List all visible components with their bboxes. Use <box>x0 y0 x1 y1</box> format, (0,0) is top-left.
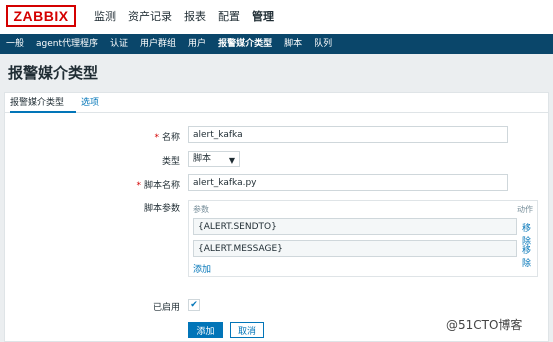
media-type-form-card: 报警媒介类型 选项 *名称 类型 脚本 ▼ *脚本名称 脚本参数 参数 动作 移… <box>4 92 549 342</box>
main-nav-inventory[interactable]: 资产记录 <box>122 0 178 34</box>
params-column-header: 参数 <box>193 205 209 214</box>
remove-param-2-link[interactable]: 移除 <box>522 243 537 269</box>
main-nav-administration[interactable]: 管理 <box>246 0 280 34</box>
sub-nav-users[interactable]: 用户 <box>182 34 212 54</box>
sub-nav-authentication[interactable]: 认证 <box>104 34 134 54</box>
sub-nav-scripts[interactable]: 脚本 <box>278 34 308 54</box>
add-param-link[interactable]: 添加 <box>193 262 211 275</box>
top-bar: ZABBIX 监测 资产记录 报表 配置 管理 <box>0 0 553 34</box>
main-nav: 监测 资产记录 报表 配置 管理 <box>88 0 280 34</box>
chevron-down-icon: ▼ <box>228 156 235 165</box>
main-nav-configuration[interactable]: 配置 <box>212 0 246 34</box>
tab-options[interactable]: 选项 <box>81 93 111 113</box>
script-params-label: 脚本参数 <box>143 204 180 214</box>
script-name-input[interactable] <box>188 174 508 191</box>
required-marker: * <box>154 133 159 143</box>
form-tabs: 报警媒介类型 选项 <box>5 93 548 113</box>
sub-nav-general[interactable]: 一般 <box>0 34 30 54</box>
page-title: 报警媒介类型 <box>8 64 99 82</box>
enabled-label: 已启用 <box>152 303 180 313</box>
param-input-2[interactable] <box>193 240 517 257</box>
type-select[interactable]: 脚本 ▼ <box>188 151 240 167</box>
name-label: * 名称 <box>154 133 180 143</box>
script-params-table: 参数 动作 移除 移除 添加 <box>188 200 538 277</box>
checkmark-icon: ✔ <box>190 300 198 310</box>
sub-nav-queue[interactable]: 队列 <box>308 34 338 54</box>
required-marker: * <box>136 181 141 191</box>
action-column-header: 动作 <box>517 205 533 214</box>
enabled-checkbox[interactable]: ✔ <box>188 299 200 311</box>
tab-media-type[interactable]: 报警媒介类型 <box>10 93 76 113</box>
watermark: @51CTO博客 <box>446 318 523 332</box>
sub-nav: 一般 agent代理程序 认证 用户群组 用户 报警媒介类型 脚本 队列 <box>0 34 553 54</box>
main-nav-reports[interactable]: 报表 <box>178 0 212 34</box>
sub-nav-media-types[interactable]: 报警媒介类型 <box>212 34 278 54</box>
cancel-button[interactable]: 取消 <box>230 322 264 338</box>
zabbix-logo[interactable]: ZABBIX <box>6 5 76 27</box>
sub-nav-user-groups[interactable]: 用户群组 <box>134 34 182 54</box>
type-label: 类型 <box>161 157 180 167</box>
type-select-value: 脚本 <box>193 154 212 164</box>
name-input[interactable] <box>188 126 508 143</box>
main-nav-monitoring[interactable]: 监测 <box>88 0 122 34</box>
sub-nav-proxies[interactable]: agent代理程序 <box>30 34 104 54</box>
add-button[interactable]: 添加 <box>188 322 223 338</box>
script-name-label: * 脚本名称 <box>136 181 180 191</box>
param-input-1[interactable] <box>193 218 517 235</box>
